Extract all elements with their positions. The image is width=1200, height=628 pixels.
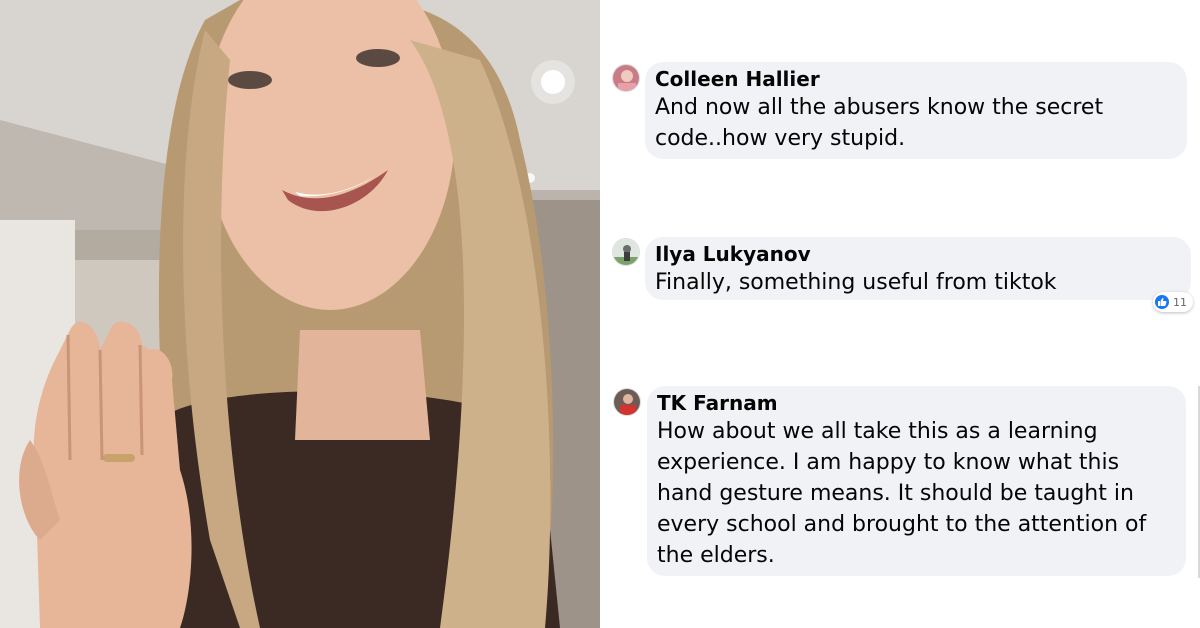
comment-author[interactable]: Colleen Hallier bbox=[655, 66, 1175, 92]
like-icon bbox=[1155, 295, 1169, 309]
avatar[interactable] bbox=[612, 238, 640, 266]
comment-text: Finally, something useful from tiktok bbox=[655, 270, 1057, 295]
video-still-photo bbox=[0, 0, 600, 628]
comment-author[interactable]: TK Farnam bbox=[657, 390, 1174, 416]
comment-text: And now all the abusers know the secret … bbox=[655, 95, 1104, 151]
comment-bubble: Colleen Hallier And now all the abusers … bbox=[645, 62, 1187, 159]
comment-bubble: Ilya Lukyanov Finally, something useful … bbox=[645, 237, 1191, 300]
comment-bubble: TK Farnam How about we all take this as … bbox=[647, 386, 1186, 576]
avatar[interactable] bbox=[613, 388, 641, 416]
avatar[interactable] bbox=[612, 64, 640, 92]
comments-panel: Colleen Hallier And now all the abusers … bbox=[600, 0, 1200, 628]
comment-author[interactable]: Ilya Lukyanov bbox=[655, 241, 1179, 267]
comment-text: How about we all take this as a learning… bbox=[657, 419, 1147, 568]
reaction-badge[interactable]: 11 bbox=[1153, 292, 1193, 312]
reaction-count: 11 bbox=[1173, 295, 1187, 309]
